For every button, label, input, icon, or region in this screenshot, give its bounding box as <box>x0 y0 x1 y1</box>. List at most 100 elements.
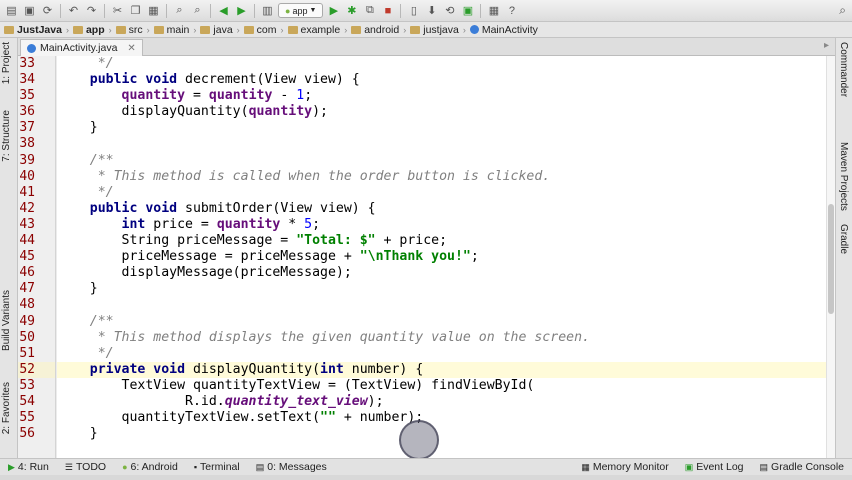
code-line[interactable]: */ <box>57 185 826 201</box>
event-log-tool-button[interactable]: ▣ Event Log <box>677 461 752 473</box>
tab-scroll-icon[interactable]: ▸ <box>824 40 829 51</box>
run-icon[interactable]: ▶ <box>326 3 341 18</box>
tab-mainactivity[interactable]: MainActivity.java ✕ <box>20 39 143 56</box>
code-line[interactable]: /** <box>57 314 826 330</box>
code-line[interactable]: } <box>57 426 826 442</box>
project-structure-icon[interactable]: ▦ <box>486 3 501 18</box>
code-line[interactable]: */ <box>57 56 826 72</box>
code-line[interactable]: displayMessage(priceMessage); <box>57 265 826 281</box>
make-icon[interactable]: ▥ <box>260 3 275 18</box>
code-line[interactable]: public void submitOrder(View view) { <box>57 201 826 217</box>
line-number[interactable]: 33 <box>18 56 55 72</box>
terminal-tool-button[interactable]: ▪ Terminal <box>186 461 248 473</box>
breadcrumb-item-app[interactable]: app <box>72 24 109 36</box>
line-number[interactable]: 51 <box>18 346 55 362</box>
copy-icon[interactable]: ❐ <box>128 3 143 18</box>
build-variants-tool-button[interactable]: Build Variants <box>1 290 12 351</box>
code-line[interactable]: TextView quantityTextView = (TextView) f… <box>57 378 826 394</box>
code-lines[interactable]: */ public void decrement(View view) { qu… <box>57 56 826 442</box>
cut-icon[interactable]: ✂ <box>110 3 125 18</box>
line-number[interactable]: 49 <box>18 314 55 330</box>
line-number[interactable]: 44 <box>18 233 55 249</box>
messages-tool-button[interactable]: ▤ 0: Messages <box>248 461 335 473</box>
sdk-icon[interactable]: ⬇ <box>424 3 439 18</box>
line-number[interactable]: 48 <box>18 297 55 313</box>
breadcrumb-item-java[interactable]: java <box>200 24 236 36</box>
open-icon[interactable]: ▤ <box>4 3 19 18</box>
code-line[interactable]: String priceMessage = "Total: $" + price… <box>57 233 826 249</box>
breadcrumb-item-justjava[interactable]: justjava <box>410 24 463 36</box>
line-number[interactable]: 52 <box>18 361 55 378</box>
undo-icon[interactable]: ↶ <box>66 3 81 18</box>
code-line[interactable]: int price = quantity * 5; <box>57 217 826 233</box>
breadcrumb-item-android[interactable]: android <box>351 24 403 36</box>
stop-icon[interactable]: ■ <box>380 3 395 18</box>
line-number[interactable]: 54 <box>18 394 55 410</box>
breadcrumb-item-mainactivity[interactable]: MainActivity <box>469 24 542 36</box>
breadcrumb-item-project[interactable]: JustJava <box>4 24 66 36</box>
replace-icon[interactable]: ⌕ <box>190 3 205 18</box>
find-icon[interactable]: ⌕ <box>172 3 187 18</box>
sync-icon[interactable]: ⟳ <box>40 3 55 18</box>
breadcrumb-item-src[interactable]: src <box>115 24 147 36</box>
line-number[interactable]: 42 <box>18 201 55 217</box>
code-line[interactable]: priceMessage = priceMessage + "\nThank y… <box>57 249 826 265</box>
gradle-tool-button[interactable]: Gradle <box>838 224 849 254</box>
line-number[interactable]: 38 <box>18 136 55 152</box>
code-line[interactable]: /** <box>57 153 826 169</box>
line-number[interactable]: 34 <box>18 72 55 88</box>
code-line[interactable]: public void decrement(View view) { <box>57 72 826 88</box>
code-line[interactable] <box>57 297 826 313</box>
code-line[interactable]: quantity = quantity - 1; <box>57 88 826 104</box>
paste-icon[interactable]: ▦ <box>146 3 161 18</box>
line-number[interactable]: 40 <box>18 169 55 185</box>
gradle-console-tool-button[interactable]: ▤ Gradle Console <box>752 461 852 473</box>
redo-icon[interactable]: ↷ <box>84 3 99 18</box>
line-number[interactable]: 47 <box>18 281 55 297</box>
back-icon[interactable]: ◀ <box>216 3 231 18</box>
line-number[interactable]: 36 <box>18 104 55 120</box>
help-icon[interactable]: ? <box>504 3 519 18</box>
project-tool-button[interactable]: 1: Project <box>1 42 12 84</box>
maven-tool-button[interactable]: Maven Projects <box>838 142 849 211</box>
todo-tool-button[interactable]: ☰ TODO <box>57 461 114 473</box>
avd-icon[interactable]: ▯ <box>406 3 421 18</box>
commander-tool-button[interactable]: Commander <box>838 42 849 97</box>
line-number[interactable]: 55 <box>18 410 55 426</box>
debug-icon[interactable]: ✱ <box>344 3 359 18</box>
scrollbar-thumb[interactable] <box>828 204 834 314</box>
code-line[interactable]: displayQuantity(quantity); <box>57 104 826 120</box>
breadcrumb-item-example[interactable]: example <box>287 24 345 36</box>
line-number[interactable]: 37 <box>18 120 55 136</box>
line-number[interactable]: 43 <box>18 217 55 233</box>
code-line[interactable] <box>57 136 826 152</box>
breadcrumb-item-com[interactable]: com <box>243 24 281 36</box>
line-number[interactable]: 39 <box>18 153 55 169</box>
code-editor[interactable]: */ public void decrement(View view) { qu… <box>57 56 826 458</box>
line-number[interactable]: 35 <box>18 88 55 104</box>
code-line[interactable]: } <box>57 281 826 297</box>
line-number[interactable]: 41 <box>18 185 55 201</box>
save-icon[interactable]: ▣ <box>22 3 37 18</box>
editor-vertical-scrollbar[interactable] <box>826 56 835 458</box>
favorites-tool-button[interactable]: 2: Favorites <box>1 382 12 434</box>
run-tool-button[interactable]: ▶ 4: Run <box>0 461 57 473</box>
gradle-sync-icon[interactable]: ⟲ <box>442 3 457 18</box>
run-config-select[interactable]: ● app ▼ <box>278 3 324 18</box>
line-number[interactable]: 56 <box>18 426 55 442</box>
breadcrumb-item-main[interactable]: main <box>153 24 194 36</box>
code-line[interactable]: */ <box>57 346 826 362</box>
attach-icon[interactable]: ⧉ <box>362 3 377 18</box>
forward-icon[interactable]: ▶ <box>234 3 249 18</box>
code-line[interactable]: } <box>57 120 826 136</box>
code-line[interactable]: * This method is called when the order b… <box>57 169 826 185</box>
line-number[interactable]: 53 <box>18 378 55 394</box>
close-icon[interactable]: ✕ <box>127 43 135 54</box>
code-line-current[interactable]: private void displayQuantity(int number)… <box>57 361 826 378</box>
line-number[interactable]: 50 <box>18 330 55 346</box>
search-everywhere-icon[interactable]: ⌕ <box>839 3 846 18</box>
android-tool-button[interactable]: ● 6: Android <box>114 461 186 473</box>
memory-monitor-tool-button[interactable]: ▦ Memory Monitor <box>573 461 676 473</box>
device-monitor-icon[interactable]: ▣ <box>460 3 475 18</box>
line-number[interactable]: 46 <box>18 265 55 281</box>
